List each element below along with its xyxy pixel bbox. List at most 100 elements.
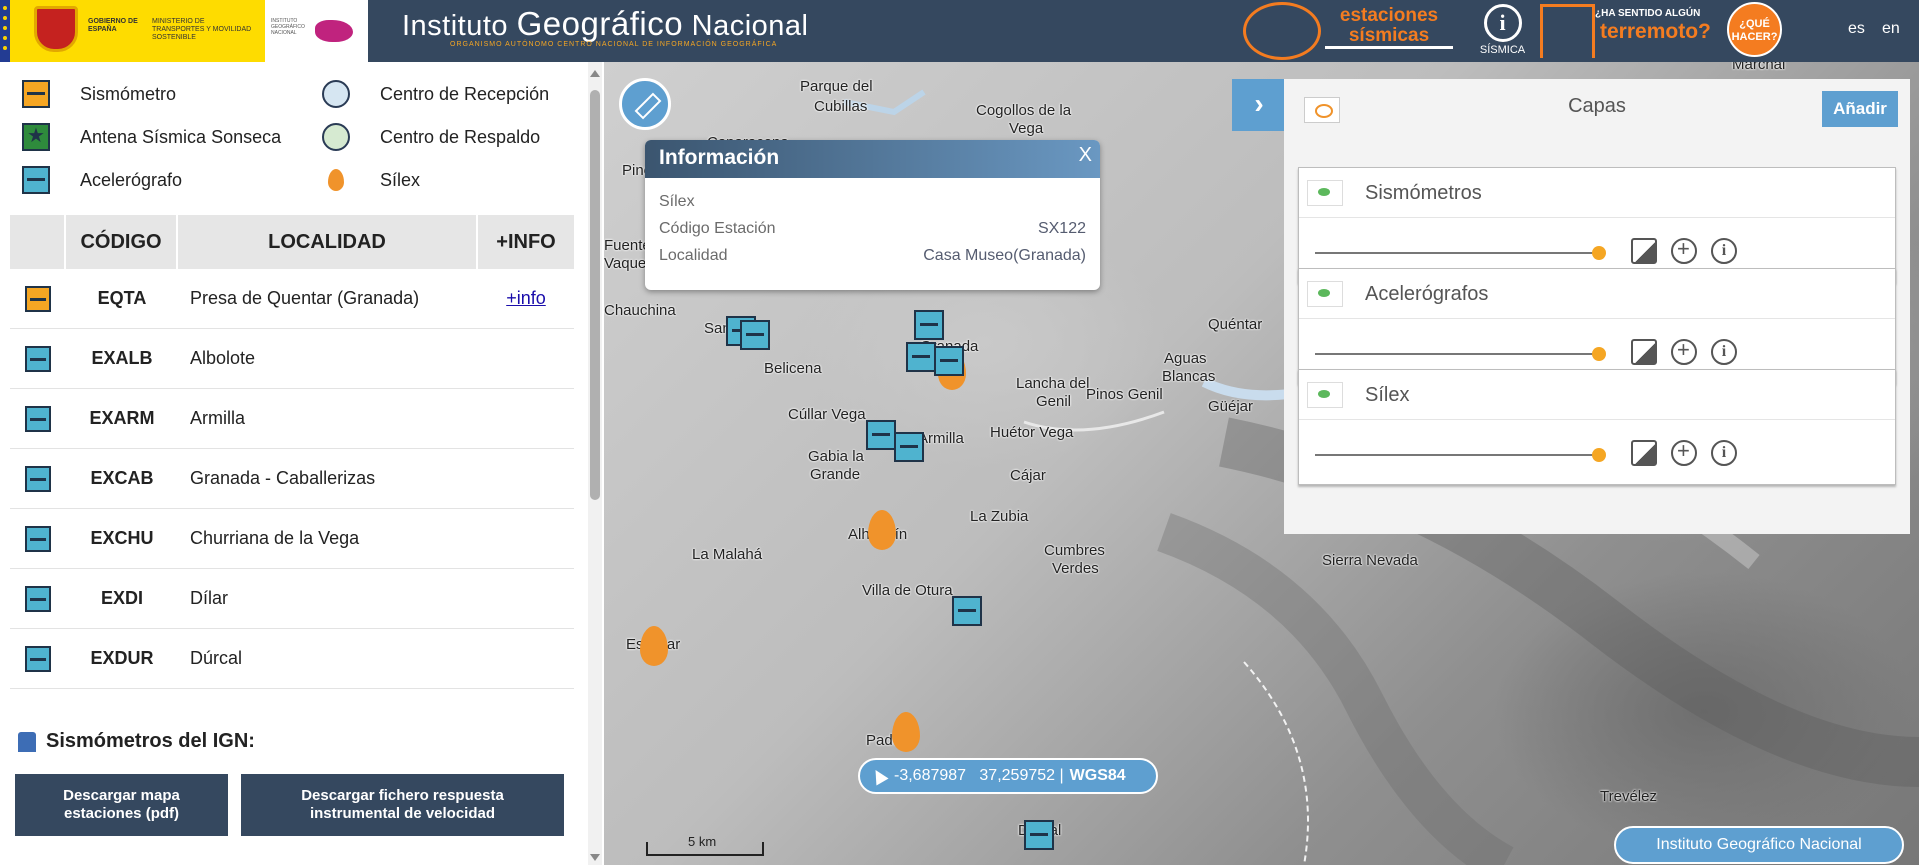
estaciones-line1: estaciones bbox=[1339, 5, 1439, 26]
layers-title: Capas bbox=[1568, 95, 1626, 117]
scroll-down-arrow-icon[interactable] bbox=[590, 854, 600, 861]
ign-brand[interactable]: Instituto Geográfico Nacional ORGANISMO … bbox=[402, 5, 808, 48]
image-legend-icon[interactable] bbox=[1631, 440, 1657, 466]
acelerografo-marker[interactable] bbox=[740, 320, 770, 350]
layer-opacity-slider[interactable] bbox=[1315, 448, 1606, 462]
layer-name: Sílex bbox=[1365, 384, 1410, 406]
lang-es-link[interactable]: es bbox=[1848, 20, 1865, 38]
cursor-icon bbox=[869, 766, 889, 786]
legend-label: Acelerógrafo bbox=[80, 169, 183, 190]
station-locality: Granada - Caballerizas bbox=[190, 468, 376, 488]
popup-close-button[interactable]: X bbox=[1079, 144, 1092, 167]
table-row[interactable]: EXCHU Churriana de la Vega bbox=[10, 509, 574, 569]
more-info-link[interactable]: +info bbox=[506, 288, 546, 308]
layer-opacity-slider[interactable] bbox=[1315, 246, 1606, 260]
acelerografo-marker[interactable] bbox=[914, 310, 944, 340]
station-locality: Churriana de la Vega bbox=[190, 528, 360, 548]
layers-panel-toggle[interactable]: › bbox=[1232, 79, 1286, 131]
acelerografo-marker[interactable] bbox=[934, 346, 964, 376]
layer-info-icon[interactable]: i bbox=[1711, 440, 1737, 466]
table-row[interactable]: EXDUR Dúrcal bbox=[10, 629, 574, 689]
info-sismica-button[interactable]: i SÍSMICA bbox=[1475, 4, 1530, 60]
table-row[interactable]: EXARM Armilla bbox=[10, 389, 574, 449]
col-header-icon[interactable] bbox=[10, 215, 66, 269]
scroll-thumb[interactable] bbox=[590, 90, 600, 500]
terremoto-link[interactable]: ¿HA SENTIDO ALGÚN terremoto? bbox=[1540, 2, 1725, 60]
image-legend-icon[interactable] bbox=[1631, 238, 1657, 264]
layer-visibility-eye-icon[interactable] bbox=[1307, 382, 1343, 408]
map-place: Vega bbox=[1009, 120, 1044, 137]
image-legend-icon[interactable] bbox=[1631, 339, 1657, 365]
info-popup: Información X Sílex Código Estación SX122… bbox=[645, 140, 1100, 290]
estaciones-sismicas-link[interactable]: estaciones sísmicas bbox=[1243, 0, 1458, 62]
sismometro-icon bbox=[25, 285, 51, 312]
add-layer-button[interactable]: Añadir bbox=[1822, 91, 1898, 127]
zoom-to-layer-icon[interactable] bbox=[1671, 236, 1697, 264]
que-hacer-button[interactable]: ¿QUÉ HACER? bbox=[1727, 2, 1787, 60]
acelerografo-marker[interactable] bbox=[866, 420, 896, 450]
map-place: La Malahá bbox=[692, 546, 763, 563]
table-row[interactable]: EQTA Presa de Quentar (Granada) +info bbox=[10, 269, 574, 329]
map-place: Trevélez bbox=[1600, 788, 1657, 805]
ign-logo-icon bbox=[315, 20, 353, 42]
acelerografo-marker[interactable] bbox=[1024, 820, 1054, 850]
layer-name: Acelerógrafos bbox=[1365, 283, 1489, 305]
scroll-up-arrow-icon[interactable] bbox=[590, 70, 600, 77]
sismometro-icon bbox=[22, 80, 50, 108]
acelerografo-marker[interactable] bbox=[894, 432, 924, 462]
legend-antena: ★ Antena Sísmica Sonseca bbox=[22, 122, 281, 152]
coord-system[interactable]: WGS84 bbox=[1070, 767, 1126, 785]
silex-drop-icon bbox=[328, 169, 344, 191]
slider-knob[interactable] bbox=[1592, 246, 1606, 260]
measure-ruler-button[interactable] bbox=[619, 78, 671, 130]
map-place: Parque del bbox=[800, 78, 873, 95]
left-panel-scrollbar[interactable] bbox=[588, 62, 602, 865]
antena-star-icon: ★ bbox=[22, 123, 50, 151]
map-place: Sierra Nevada bbox=[1322, 552, 1418, 569]
popup-header: Información X bbox=[645, 140, 1100, 178]
legend-label: Antena Sísmica Sonseca bbox=[80, 126, 282, 147]
map-view[interactable]: Parque del Cubillas Cogollos de la Vega … bbox=[604, 62, 1919, 865]
station-code: EQTA bbox=[97, 288, 147, 308]
silex-marker[interactable] bbox=[868, 510, 896, 550]
acelerografo-marker[interactable] bbox=[906, 342, 936, 372]
acelerografo-icon bbox=[25, 405, 51, 432]
table-row[interactable]: EXCAB Granada - Caballerizas bbox=[10, 449, 574, 509]
zoom-to-layer-icon[interactable] bbox=[1671, 438, 1697, 466]
legend-label: Sílex bbox=[380, 169, 421, 190]
layer-info-icon[interactable]: i bbox=[1711, 238, 1737, 264]
zoom-to-layer-icon[interactable] bbox=[1671, 337, 1697, 365]
silex-marker[interactable] bbox=[892, 712, 920, 752]
col-header-info[interactable]: +INFO bbox=[478, 215, 574, 269]
table-body: EQTA Presa de Quentar (Granada) +info EXALB… bbox=[10, 269, 574, 689]
download-map-pdf-button[interactable]: Descargar mapa estaciones (pdf) bbox=[15, 774, 228, 836]
layer-info-icon[interactable]: i bbox=[1711, 339, 1737, 365]
table-row[interactable]: EXALB Albolote bbox=[10, 329, 574, 389]
layer-visibility-eye-icon[interactable] bbox=[1307, 281, 1343, 307]
layers-header: Capas Añadir bbox=[1284, 79, 1910, 135]
ign-small-logo[interactable]: INSTITUTO GEOGRÁFICO NACIONAL bbox=[265, 0, 368, 62]
lang-en-link[interactable]: en bbox=[1882, 20, 1900, 38]
legend-label: Centro de Recepción bbox=[380, 83, 550, 104]
map-place: Lancha del bbox=[1016, 375, 1090, 392]
map-place: Cájar bbox=[1010, 467, 1046, 484]
col-header-localidad[interactable]: LOCALIDAD bbox=[178, 215, 478, 269]
acelerografo-marker[interactable] bbox=[952, 596, 982, 626]
government-logo-block: GOBIERNO DE ESPAÑA MINISTERIO DE TRANSPO… bbox=[0, 0, 265, 62]
layer-opacity-slider[interactable] bbox=[1315, 347, 1606, 361]
brand-subtitle: ORGANISMO AUTÓNOMO CENTRO NACIONAL DE IN… bbox=[450, 41, 778, 48]
legend-sismometro: Sismómetro bbox=[22, 79, 176, 109]
layer-visibility-eye-icon[interactable] bbox=[1307, 180, 1343, 206]
slider-knob[interactable] bbox=[1592, 347, 1606, 361]
slider-knob[interactable] bbox=[1592, 448, 1606, 462]
terremoto-label: terremoto? bbox=[1600, 20, 1711, 43]
seismic-wave-icon bbox=[1243, 2, 1321, 60]
ign-attribution-link[interactable]: Instituto Geográfico Nacional bbox=[1614, 826, 1904, 864]
table-row[interactable]: EXDI Dílar bbox=[10, 569, 574, 629]
col-header-codigo[interactable]: CÓDIGO bbox=[66, 215, 178, 269]
station-code: EXCAB bbox=[90, 468, 154, 488]
download-response-file-button[interactable]: Descargar fichero respuesta instrumental… bbox=[241, 774, 564, 836]
map-place: Marchal bbox=[1732, 62, 1786, 73]
reception-dish-icon bbox=[322, 80, 350, 108]
silex-marker[interactable] bbox=[640, 626, 668, 666]
